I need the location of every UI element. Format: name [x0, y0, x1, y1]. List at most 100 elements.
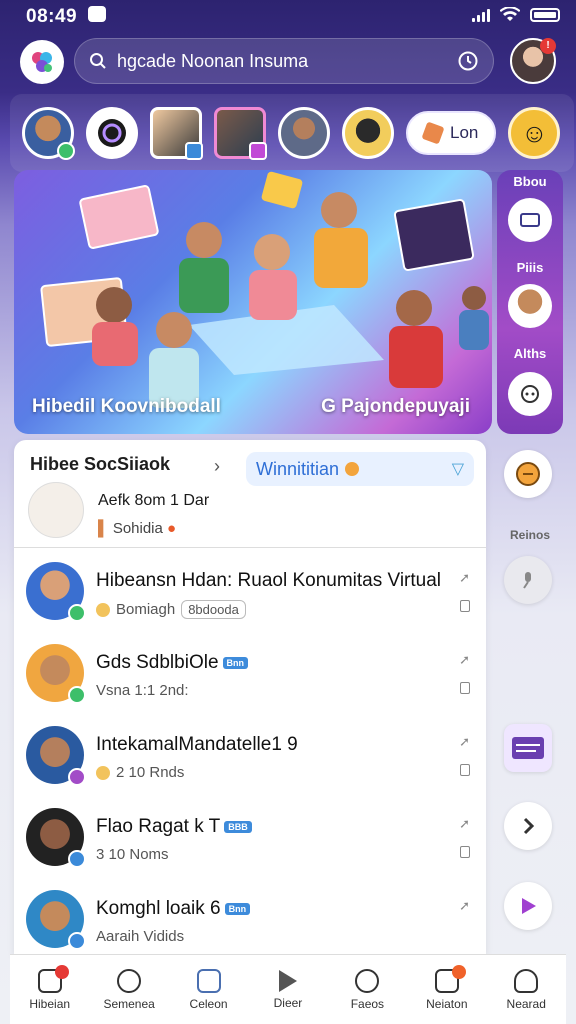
nav-profile[interactable]: Nearad	[487, 968, 565, 1011]
status-bar: 08:49	[0, 0, 576, 34]
status-icon	[249, 142, 267, 160]
feed-header: Hibee SocSiiaok › Winnititian ▽ Aefk 8om…	[14, 440, 486, 548]
chat-button[interactable]	[508, 372, 552, 416]
status-time: 08:49	[26, 6, 78, 27]
list-item[interactable]: Hibeansn Hdan: Ruaol Konumitas Virtual B…	[14, 548, 486, 630]
story-avatar[interactable]	[86, 107, 138, 159]
notification-badge: !	[540, 38, 556, 54]
avatar	[26, 644, 86, 704]
nav-home[interactable]: Hibeian	[11, 964, 89, 1011]
search-input[interactable]	[117, 50, 457, 72]
timer-icon	[516, 462, 540, 486]
story-avatar[interactable]	[278, 107, 330, 159]
create-icon	[196, 968, 221, 993]
story-avatar[interactable]	[22, 107, 75, 160]
story-avatar[interactable]	[342, 107, 394, 159]
signal-icon	[472, 8, 490, 22]
hero-caption-right: G Pajondepuyaji	[321, 396, 470, 417]
wifi-icon	[500, 7, 520, 21]
nav-notifications[interactable]: Neiaton	[408, 964, 486, 1011]
post-meta: 3 10 Noms	[96, 846, 169, 863]
app-notification-icon	[88, 6, 106, 22]
story-avatar[interactable]	[214, 107, 267, 160]
post-meta: 2 10 Rnds	[96, 764, 184, 781]
avatar	[26, 808, 86, 868]
search-bar[interactable]	[74, 38, 494, 84]
hero-illustration	[40, 171, 489, 408]
list-item[interactable]: Gds SdblbiOle Bnn Vsna 1:1 2nd: ➚	[14, 630, 486, 712]
post-meta: Bomiagh 8bdooda	[96, 600, 246, 619]
status-indicators	[472, 7, 560, 23]
status-icon	[185, 142, 203, 160]
tag-chip[interactable]: 8bdooda	[181, 600, 246, 619]
camera-ring-icon	[98, 119, 126, 147]
filter-icon[interactable]: ▽	[452, 459, 464, 479]
post-title: Flao Ragat k T BBB	[96, 816, 252, 838]
app-logo-icon[interactable]	[20, 40, 64, 84]
story-pill-label: Lon	[450, 123, 479, 142]
notification-badge	[451, 964, 466, 979]
emoji-story-button[interactable]: ☺	[508, 107, 561, 159]
story-pill-button[interactable]: Lon	[406, 111, 497, 155]
side-panel-label: Piiis	[516, 260, 544, 275]
history-icon[interactable]	[457, 50, 479, 72]
share-icon[interactable]: ➚	[459, 570, 470, 586]
tab-social[interactable]: Hibee SocSiiaok	[30, 454, 170, 475]
compose-title: Aefk 8om 1 Dar	[98, 492, 210, 509]
play-icon	[278, 969, 297, 992]
post-meta: Vsna 1:1 2nd:	[96, 682, 189, 699]
share-icon[interactable]: ➚	[459, 898, 470, 914]
share-icon[interactable]: ➚	[459, 734, 470, 750]
share-icon[interactable]: ➚	[459, 652, 470, 668]
bookmark-icon[interactable]	[460, 600, 470, 612]
sticker-icon	[512, 737, 544, 759]
nav-favorites[interactable]: Faeos	[328, 968, 406, 1011]
list-item[interactable]: Komghl loaik 6 Bnn Aaraih Vidids ➚	[14, 876, 486, 956]
star-icon	[355, 968, 380, 993]
mic-icon	[523, 572, 531, 589]
profile-avatar[interactable]: !	[510, 38, 556, 84]
hero-banner[interactable]: Hibedil Koovnibodall G Pajondepuyaji	[14, 170, 492, 434]
side-panel-label: Bbou	[513, 174, 547, 189]
tablet-icon	[520, 213, 540, 227]
nav-explore[interactable]: Semenea	[90, 968, 168, 1011]
flag-icon	[421, 121, 445, 145]
top-bar: !	[0, 38, 576, 86]
emoji-icon: ●	[167, 520, 177, 537]
share-icon[interactable]: ➚	[459, 816, 470, 832]
post-title: Gds SdblbiOle Bnn	[96, 652, 249, 674]
list-item[interactable]: Flao Ragat k T BBB 3 10 Noms ➚	[14, 794, 486, 876]
chevron-right-icon[interactable]: ›	[214, 456, 220, 477]
bookmark-icon[interactable]	[460, 764, 470, 776]
post-title: Hibeansn Hdan: Ruaol Konumitas Virtual	[96, 570, 442, 591]
verified-icon	[57, 142, 75, 160]
rail-label: Reinos	[509, 528, 550, 542]
profile-shortcut-button[interactable]	[508, 284, 552, 328]
badge-icon	[96, 602, 110, 617]
brain-icon	[117, 968, 142, 993]
sticker-button[interactable]	[504, 724, 552, 772]
bookmark-icon[interactable]	[460, 682, 470, 694]
compose-avatar[interactable]	[28, 482, 84, 538]
play-button[interactable]	[504, 882, 552, 930]
chat-icon	[521, 385, 539, 403]
hero-caption-left: Hibedil Koovnibodall	[32, 396, 221, 417]
play-icon	[522, 898, 536, 914]
post-meta: Aaraih Vidids	[96, 928, 185, 945]
timer-button[interactable]	[504, 450, 552, 498]
tablet-button[interactable]	[508, 198, 552, 242]
next-button[interactable]	[504, 802, 552, 850]
coin-icon	[345, 462, 360, 476]
list-item[interactable]: IntekamalMandatelle1 9 2 10 Rnds ➚	[14, 712, 486, 794]
tab-community[interactable]: Winnititian ▽	[246, 452, 474, 486]
story-avatar[interactable]	[150, 107, 203, 160]
nav-create[interactable]: Celeon	[170, 968, 248, 1011]
bottom-nav: Hibeian Semenea Celeon Dieer Faeos Neiat…	[10, 954, 566, 1024]
badge-icon	[96, 765, 110, 780]
mic-button[interactable]	[504, 556, 552, 604]
bookmark-icon[interactable]	[460, 846, 470, 858]
nav-video[interactable]: Dieer	[249, 969, 327, 1010]
side-panel: Bbou Piiis Alths	[497, 170, 563, 434]
post-title: IntekamalMandatelle1 9	[96, 734, 298, 755]
search-icon	[90, 53, 106, 69]
